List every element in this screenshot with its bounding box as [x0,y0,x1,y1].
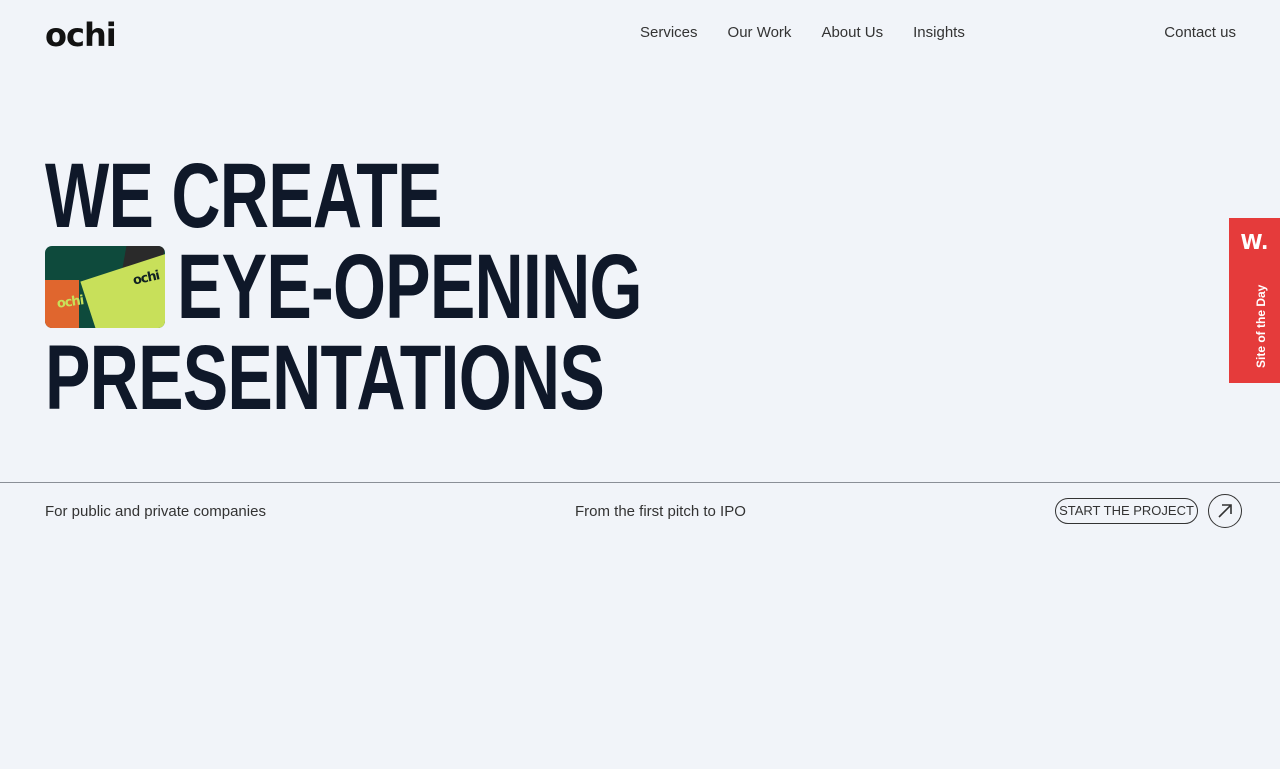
hero-line-2-text: EYE-OPENING [177,235,642,338]
start-project-arrow-button[interactable] [1208,494,1242,528]
tagline-middle: From the first pitch to IPO [575,503,746,520]
hero-line-1: WE CREATE [45,144,443,247]
hero-line-3: PRESENTATIONS [45,326,605,429]
main-nav: Services Our Work About Us Insights [640,24,965,42]
hero-line-2: ochi ochi EYE-OPENING [45,235,805,338]
nav-insights[interactable]: Insights [913,24,965,42]
arrow-up-right-icon [1218,504,1232,518]
nav-services[interactable]: Services [640,24,698,42]
nav-about-us[interactable]: About Us [821,24,883,42]
start-project-button[interactable]: START THE PROJECT [1055,498,1198,524]
section-divider [0,482,1280,483]
nav-our-work[interactable]: Our Work [728,24,792,42]
hero-thumbnail-image: ochi ochi [45,245,165,328]
badge-label: Site of the Day [1254,284,1268,368]
hero-heading: WE CREATE ochi ochi EYE-OPENING PRESENTA… [45,144,805,429]
tagline-left: For public and private companies [45,503,266,520]
awwwards-logo-icon: W. [1240,230,1269,254]
awwwards-badge[interactable]: W. Site of the Day [1229,218,1280,383]
ochi-logo[interactable]: ochi [45,16,117,54]
contact-us-link[interactable]: Contact us [1164,24,1236,42]
